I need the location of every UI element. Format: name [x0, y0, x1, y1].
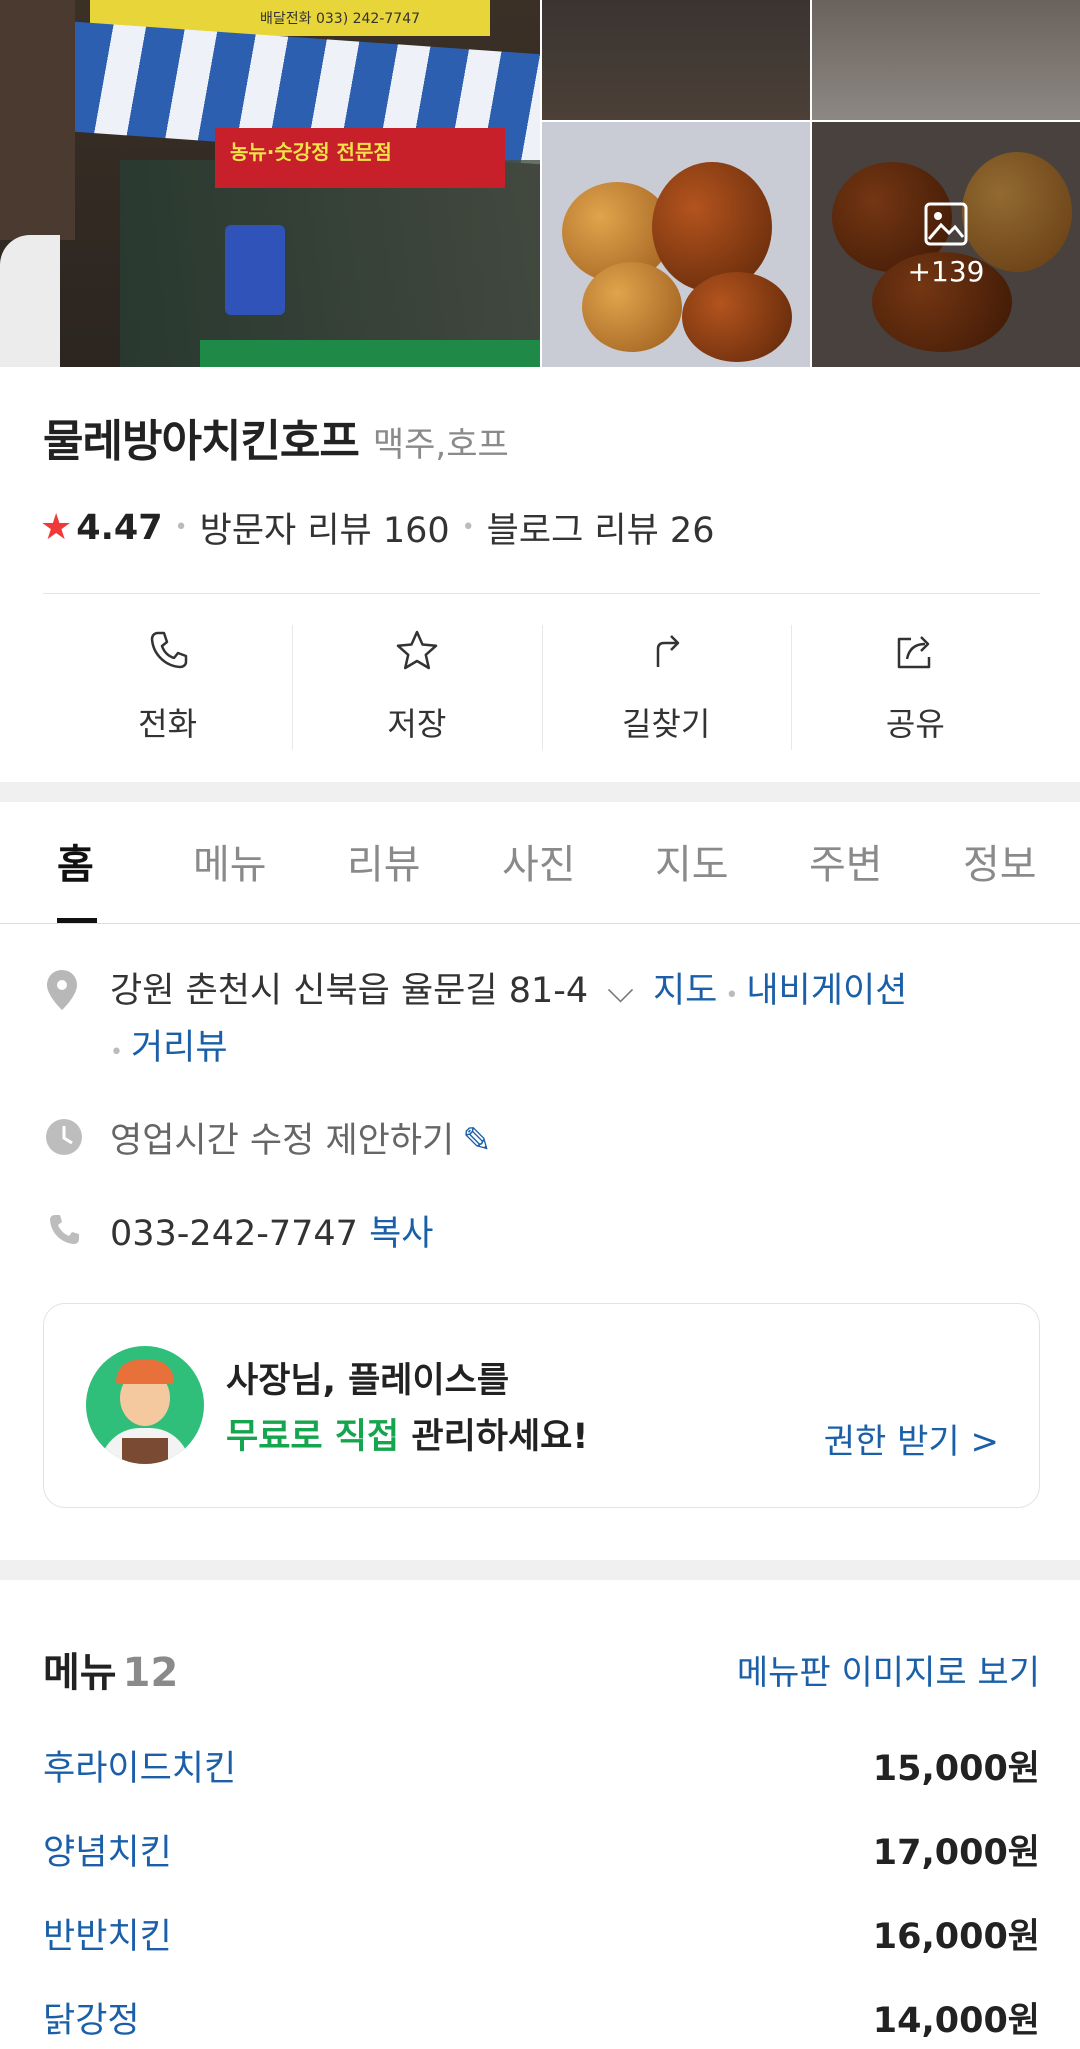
tab-bar: 홈 메뉴 리뷰 사진 지도 주변 정보: [0, 802, 1080, 924]
tab-map[interactable]: 지도: [655, 832, 729, 890]
divider: [43, 593, 1040, 594]
section-divider-2: [0, 1560, 1080, 1580]
phone-row: 033-242-7747 복사: [110, 1205, 434, 1256]
share-button[interactable]: 공유: [790, 625, 1040, 750]
phone-icon: [150, 631, 187, 669]
gallery-photo-2[interactable]: [542, 0, 810, 120]
menu-item[interactable]: 닭강정 14,000원: [43, 1992, 1040, 2049]
owner-promo-card[interactable]: 사장님, 플레이스를 무료로 직접 관리하세요! 권한 받기 >: [43, 1303, 1040, 1508]
owner-avatar: [86, 1346, 204, 1464]
gallery-photo-more[interactable]: +139: [812, 122, 1080, 367]
call-button[interactable]: 전화: [43, 625, 292, 750]
chevron-down-icon[interactable]: ⌵: [607, 971, 634, 1011]
tab-nearby[interactable]: 주변: [809, 832, 883, 890]
directions-icon: [656, 635, 680, 667]
hours-suggest-text: 영업시간 수정 제안하기: [110, 1121, 455, 1161]
share-icon: [898, 636, 931, 669]
claim-permission-link[interactable]: 권한 받기 >: [824, 1414, 999, 1463]
blog-reviews-link[interactable]: 블로그 리뷰 26: [487, 502, 715, 553]
menu-count: 12: [122, 1650, 179, 1696]
address-text: 강원 춘천시 신북읍 율문길 81-4: [110, 971, 589, 1011]
place-name: 물레방아치킨호프: [43, 416, 360, 467]
navigation-link[interactable]: 내비게이션: [746, 971, 907, 1011]
owner-promo-line1: 사장님, 플레이스를: [226, 1361, 510, 1401]
tab-home[interactable]: 홈: [57, 832, 94, 890]
menu-section-title: 메뉴 12: [43, 1650, 179, 1696]
streetview-link[interactable]: 거리뷰: [131, 1028, 228, 1068]
menu-image-link[interactable]: 메뉴판 이미지로 보기: [737, 1645, 1040, 1694]
star-icon: [396, 630, 438, 670]
visitor-reviews-link[interactable]: 방문자 리뷰 160: [200, 502, 450, 553]
address-row: 강원 춘천시 신북읍 율문길 81-4 ⌵ 지도 • 내비게이션 • 거리뷰: [110, 971, 908, 1068]
rating-row: ★ 4.47 • 방문자 리뷰 160 • 블로그 리뷰 26: [40, 502, 714, 553]
rating-star-icon: ★: [40, 507, 73, 548]
save-button[interactable]: 저장: [292, 625, 541, 750]
place-category: 맥주,호프: [372, 425, 509, 465]
phone-small-icon: [50, 1215, 79, 1244]
gallery-photo-3[interactable]: [812, 0, 1080, 120]
rating-value: 4.47: [76, 507, 163, 548]
section-divider: [0, 782, 1080, 802]
tab-active-indicator: [57, 918, 97, 923]
image-icon: [924, 202, 968, 246]
menu-item[interactable]: 반반치킨 16,000원: [43, 1908, 1040, 1968]
clock-icon: [46, 1119, 82, 1155]
owner-promo-line2: 무료로 직접 관리하세요!: [226, 1417, 589, 1457]
hours-row[interactable]: 영업시간 수정 제안하기 ✎: [110, 1112, 492, 1163]
action-bar: 전화 저장 길찾기 공유: [43, 625, 1040, 750]
menu-item[interactable]: 후라이드치킨 15,000원: [43, 1740, 1040, 1800]
tab-info[interactable]: 정보: [963, 832, 1037, 890]
location-pin-icon: [47, 970, 77, 1010]
gallery-photo-main[interactable]: 배달전화 033) 242-7747 농뉴·숫강정 전문점: [0, 0, 540, 367]
photo-gallery: 배달전화 033) 242-7747 농뉴·숫강정 전문점 +139: [0, 0, 1080, 367]
map-link[interactable]: 지도: [653, 971, 717, 1011]
title-row: 물레방아치킨호프 맥주,호프: [43, 405, 509, 469]
gallery-photo-4[interactable]: [542, 122, 810, 367]
tab-reviews[interactable]: 리뷰: [347, 832, 421, 890]
tab-menu[interactable]: 메뉴: [193, 832, 267, 890]
pencil-icon: ✎: [462, 1121, 492, 1161]
copy-button[interactable]: 복사: [369, 1214, 433, 1254]
tab-photos[interactable]: 사진: [502, 832, 576, 890]
store-banner: 농뉴·숫강정 전문점: [215, 128, 505, 188]
menu-item[interactable]: 양념치킨 17,000원: [43, 1824, 1040, 1884]
phone-number[interactable]: 033-242-7747: [110, 1214, 358, 1254]
more-photos-count: +139: [907, 255, 985, 288]
directions-button[interactable]: 길찾기: [541, 625, 791, 750]
